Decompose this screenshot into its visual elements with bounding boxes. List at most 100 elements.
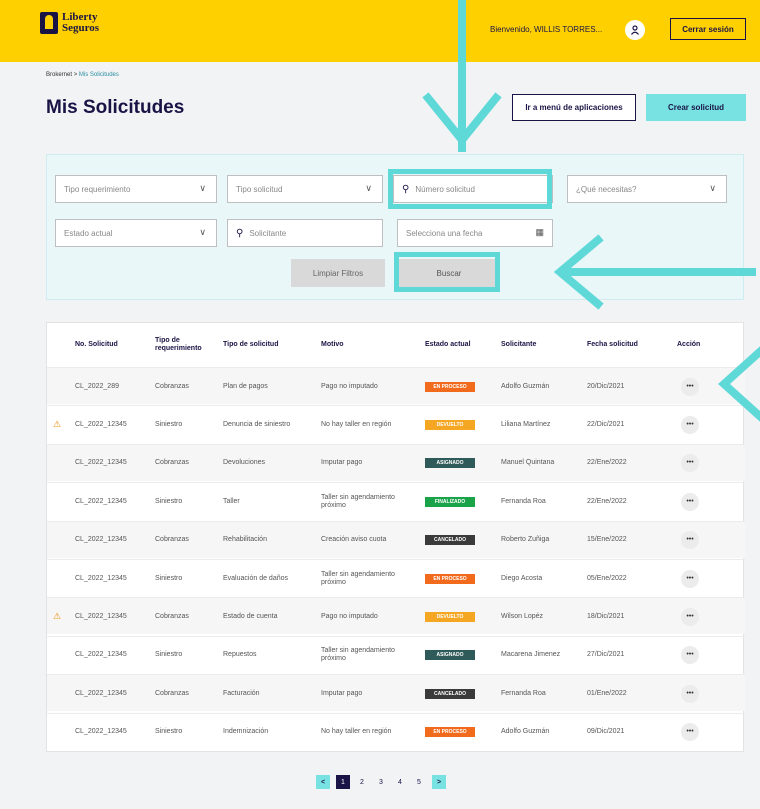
cell-fecha: 18/Dic/2021 [587, 612, 625, 620]
cell-accion: ••• [681, 598, 711, 635]
cell-tipo-requerimiento: Cobranzas [155, 382, 189, 390]
cell-solicitante: Macarena Jimenez [501, 651, 561, 659]
more-options-button[interactable]: ••• [681, 569, 699, 588]
table-row[interactable]: CL_2022_12345 Siniestro Evaluación de daño… [47, 559, 745, 596]
more-options-button[interactable]: ••• [681, 454, 699, 473]
cell-estado: EN PROCESO [425, 368, 495, 405]
cell-no-solicitud: CL_2022_12345 [75, 612, 127, 620]
liberty-logo[interactable]: Liberty Seguros [40, 12, 99, 34]
more-options-button[interactable]: ••• [681, 684, 699, 703]
fecha-input[interactable]: Selecciona una fecha ▦ [397, 219, 553, 247]
apps-menu-button[interactable]: Ir a menú de aplicaciones [512, 94, 636, 121]
cell-accion: ••• [681, 406, 711, 443]
person-icon [631, 25, 639, 35]
col-accion: Acción [677, 341, 701, 348]
cell-solicitante: Manuel Quintana [501, 459, 555, 467]
cell-motivo: Taller sin agendamiento próximo [321, 647, 395, 663]
more-options-button[interactable]: ••• [681, 723, 699, 742]
table-row[interactable]: CL_2022_12345 Cobranzas Facturación Imputar… [47, 674, 745, 712]
cell-accion: ••• [681, 714, 711, 751]
requests-table: No. Solicitud Tipo de requerimiento Tipo… [46, 322, 745, 752]
cell-fecha: 05/Ene/2022 [587, 574, 627, 582]
table-row[interactable]: CL_2022_12345 Siniestro Repuestos Taller si… [47, 635, 745, 673]
table-row[interactable]: CL_2022_12345 Siniestro Indemnización No ha… [47, 712, 745, 751]
col-tipo-requerimiento: Tipo de requerimiento [155, 337, 202, 352]
col-motivo: Motivo [321, 341, 344, 348]
breadcrumb-root[interactable]: Brokernet [46, 72, 72, 78]
cell-solicitante: Adolfo Guzmán [501, 728, 550, 736]
cell-solicitante: Roberto Zuñiga [501, 536, 550, 544]
welcome-text: Bienvenido, WILLIS TORRES... [490, 25, 603, 34]
cell-solicitante: Liliana Martínez [501, 420, 551, 428]
cell-tipo-solicitud: Facturación [223, 689, 260, 697]
field-placeholder: ¿Qué necesitas? [576, 184, 637, 194]
search-icon: ⚲ [236, 227, 244, 239]
col-solicitante: Solicitante [501, 341, 537, 348]
table-row[interactable]: CL_2022_12345 Cobranzas Rehabilitación Crea… [47, 520, 745, 559]
chevron-down-icon: ∨ [199, 227, 206, 237]
cell-estado: FINALIZADO [425, 483, 495, 520]
cell-tipo-requerimiento: Cobranzas [155, 612, 189, 620]
more-options-button[interactable]: ••• [681, 607, 699, 626]
cell-accion: ••• [681, 560, 711, 597]
cell-estado: CANCELADO [425, 522, 495, 559]
page-5[interactable]: 5 [412, 775, 426, 789]
logout-button[interactable]: Cerrar sesión [670, 18, 746, 40]
solicitante-input[interactable]: ⚲ Solicitante [227, 219, 383, 247]
page-3[interactable]: 3 [374, 775, 388, 789]
page-4[interactable]: 4 [393, 775, 407, 789]
table-row[interactable]: CL_2022_12345 Siniestro Taller Taller sin a… [47, 482, 745, 519]
more-options-button[interactable]: ••• [681, 377, 699, 396]
user-icon[interactable] [625, 20, 645, 40]
field-placeholder: Tipo solicitud [236, 184, 283, 194]
create-request-button[interactable]: Crear solicitud [646, 94, 746, 121]
table-header: No. Solicitud Tipo de requerimiento Tipo… [47, 323, 745, 367]
more-options-button[interactable]: ••• [681, 531, 699, 550]
cell-no-solicitud: CL_2022_12345 [75, 459, 127, 467]
more-options-button[interactable]: ••• [681, 415, 699, 434]
status-badge: CANCELADO [425, 535, 475, 546]
cell-fecha: 15/Ene/2022 [587, 536, 627, 544]
cell-fecha: 22/Dic/2021 [587, 420, 625, 428]
cell-accion: ••• [681, 483, 711, 520]
estado-actual-select[interactable]: Estado actual ∨ [55, 219, 217, 247]
prev-page-button[interactable]: < [316, 775, 330, 789]
top-bar: Liberty Seguros Bienvenido, WILLIS TORRE… [0, 0, 760, 62]
cell-estado: DEVUELTO [425, 406, 495, 443]
table-row[interactable]: CL_2022_12345 Cobranzas Devoluciones Imputa… [47, 443, 745, 481]
page-title: Mis Solicitudes [46, 97, 185, 118]
cell-fecha: 01/Ene/2022 [587, 689, 627, 697]
table-row[interactable]: CL_2022_289 Cobranzas Plan de pagos Pago no… [47, 367, 745, 404]
field-placeholder: Estado actual [64, 228, 113, 238]
cell-motivo: Pago no imputado [321, 382, 378, 390]
cell-no-solicitud: CL_2022_12345 [75, 420, 127, 428]
cell-accion: ••• [681, 368, 711, 405]
breadcrumb-current: Mis Solicitudes [78, 72, 119, 78]
status-badge: EN PROCESO [425, 573, 475, 584]
cell-solicitante: Wilson Lopéz [501, 612, 544, 620]
cell-tipo-solicitud: Denuncia de siniestro [223, 420, 291, 428]
cell-solicitante: Fernanda Roa [501, 497, 546, 505]
cell-tipo-requerimiento: Cobranzas [155, 689, 189, 697]
status-badge: FINALIZADO [425, 496, 475, 507]
more-options-button[interactable]: ••• [681, 646, 699, 665]
tipo-solicitud-select[interactable]: Tipo solicitud ∨ [227, 175, 383, 203]
field-placeholder: Solicitante [249, 228, 287, 238]
clear-filters-button[interactable]: Limpiar Filtros [291, 259, 385, 287]
cell-no-solicitud: CL_2022_12345 [75, 536, 127, 544]
cell-no-solicitud: CL_2022_12345 [75, 497, 127, 505]
next-page-button[interactable]: > [432, 775, 446, 789]
cell-fecha: 09/Dic/2021 [587, 728, 625, 736]
table-row[interactable]: ⚠ CL_2022_12345 Siniestro Denuncia de sinie… [47, 405, 745, 442]
que-necesitas-select[interactable]: ¿Qué necesitas? ∨ [567, 175, 727, 203]
cell-tipo-requerimiento: Siniestro [155, 497, 183, 505]
tipo-requerimiento-select[interactable]: Tipo requerimiento ∨ [55, 175, 217, 203]
more-options-button[interactable]: ••• [681, 492, 699, 511]
page-1[interactable]: 1 [336, 775, 350, 789]
chevron-down-icon: ∨ [365, 183, 372, 193]
col-tipo-solicitud: Tipo de solicitud [223, 341, 279, 348]
breadcrumb-separator: > [73, 72, 78, 78]
chevron-down-icon: ∨ [199, 183, 206, 193]
page-2[interactable]: 2 [355, 775, 369, 789]
table-row[interactable]: ⚠ CL_2022_12345 Cobranzas Estado de cuenta P… [47, 597, 745, 635]
